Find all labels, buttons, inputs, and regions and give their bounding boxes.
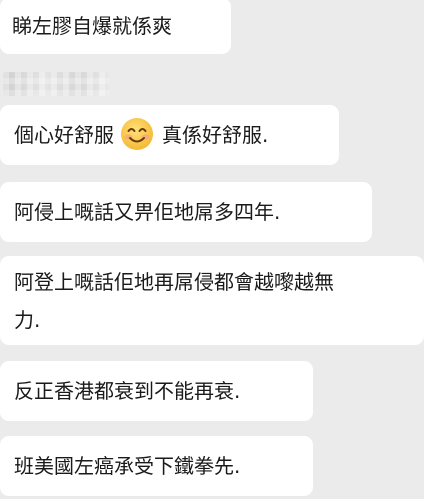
message-text-line: 力. — [14, 308, 41, 332]
message-bubble-1[interactable]: 睇左膠自爆就係爽 — [0, 0, 231, 54]
message-bubble-6[interactable]: 班美國左癌承受下鐵拳先. — [0, 436, 313, 496]
message-text: 班美國左癌承受下鐵拳先. — [14, 454, 241, 478]
message-bubble-5[interactable]: 反正香港都衰到不能再衰. — [0, 361, 313, 421]
sender-name-pixelated — [3, 72, 109, 96]
message-bubble-4[interactable]: 阿登上嘅話佢地再屌侵都會越嚟越無 力. — [0, 256, 424, 345]
message-bubble-3[interactable]: 阿侵上嘅話又畀佢地屌多四年. — [0, 182, 372, 242]
message-text: 反正香港都衰到不能再衰. — [14, 379, 241, 403]
message-text: 阿侵上嘅話又畀佢地屌多四年. — [14, 200, 281, 224]
message-bubble-2[interactable]: 個心好舒服 真係好舒服. — [0, 105, 339, 165]
message-text: 睇左膠自爆就係爽 — [12, 14, 172, 38]
message-text: 真係好舒服. — [162, 123, 269, 147]
message-text-line: 阿登上嘅話佢地再屌侵都會越嚟越無 — [14, 270, 334, 294]
message-text: 個心好舒服 — [14, 123, 114, 147]
smiling-face-emoji-icon — [120, 114, 154, 150]
